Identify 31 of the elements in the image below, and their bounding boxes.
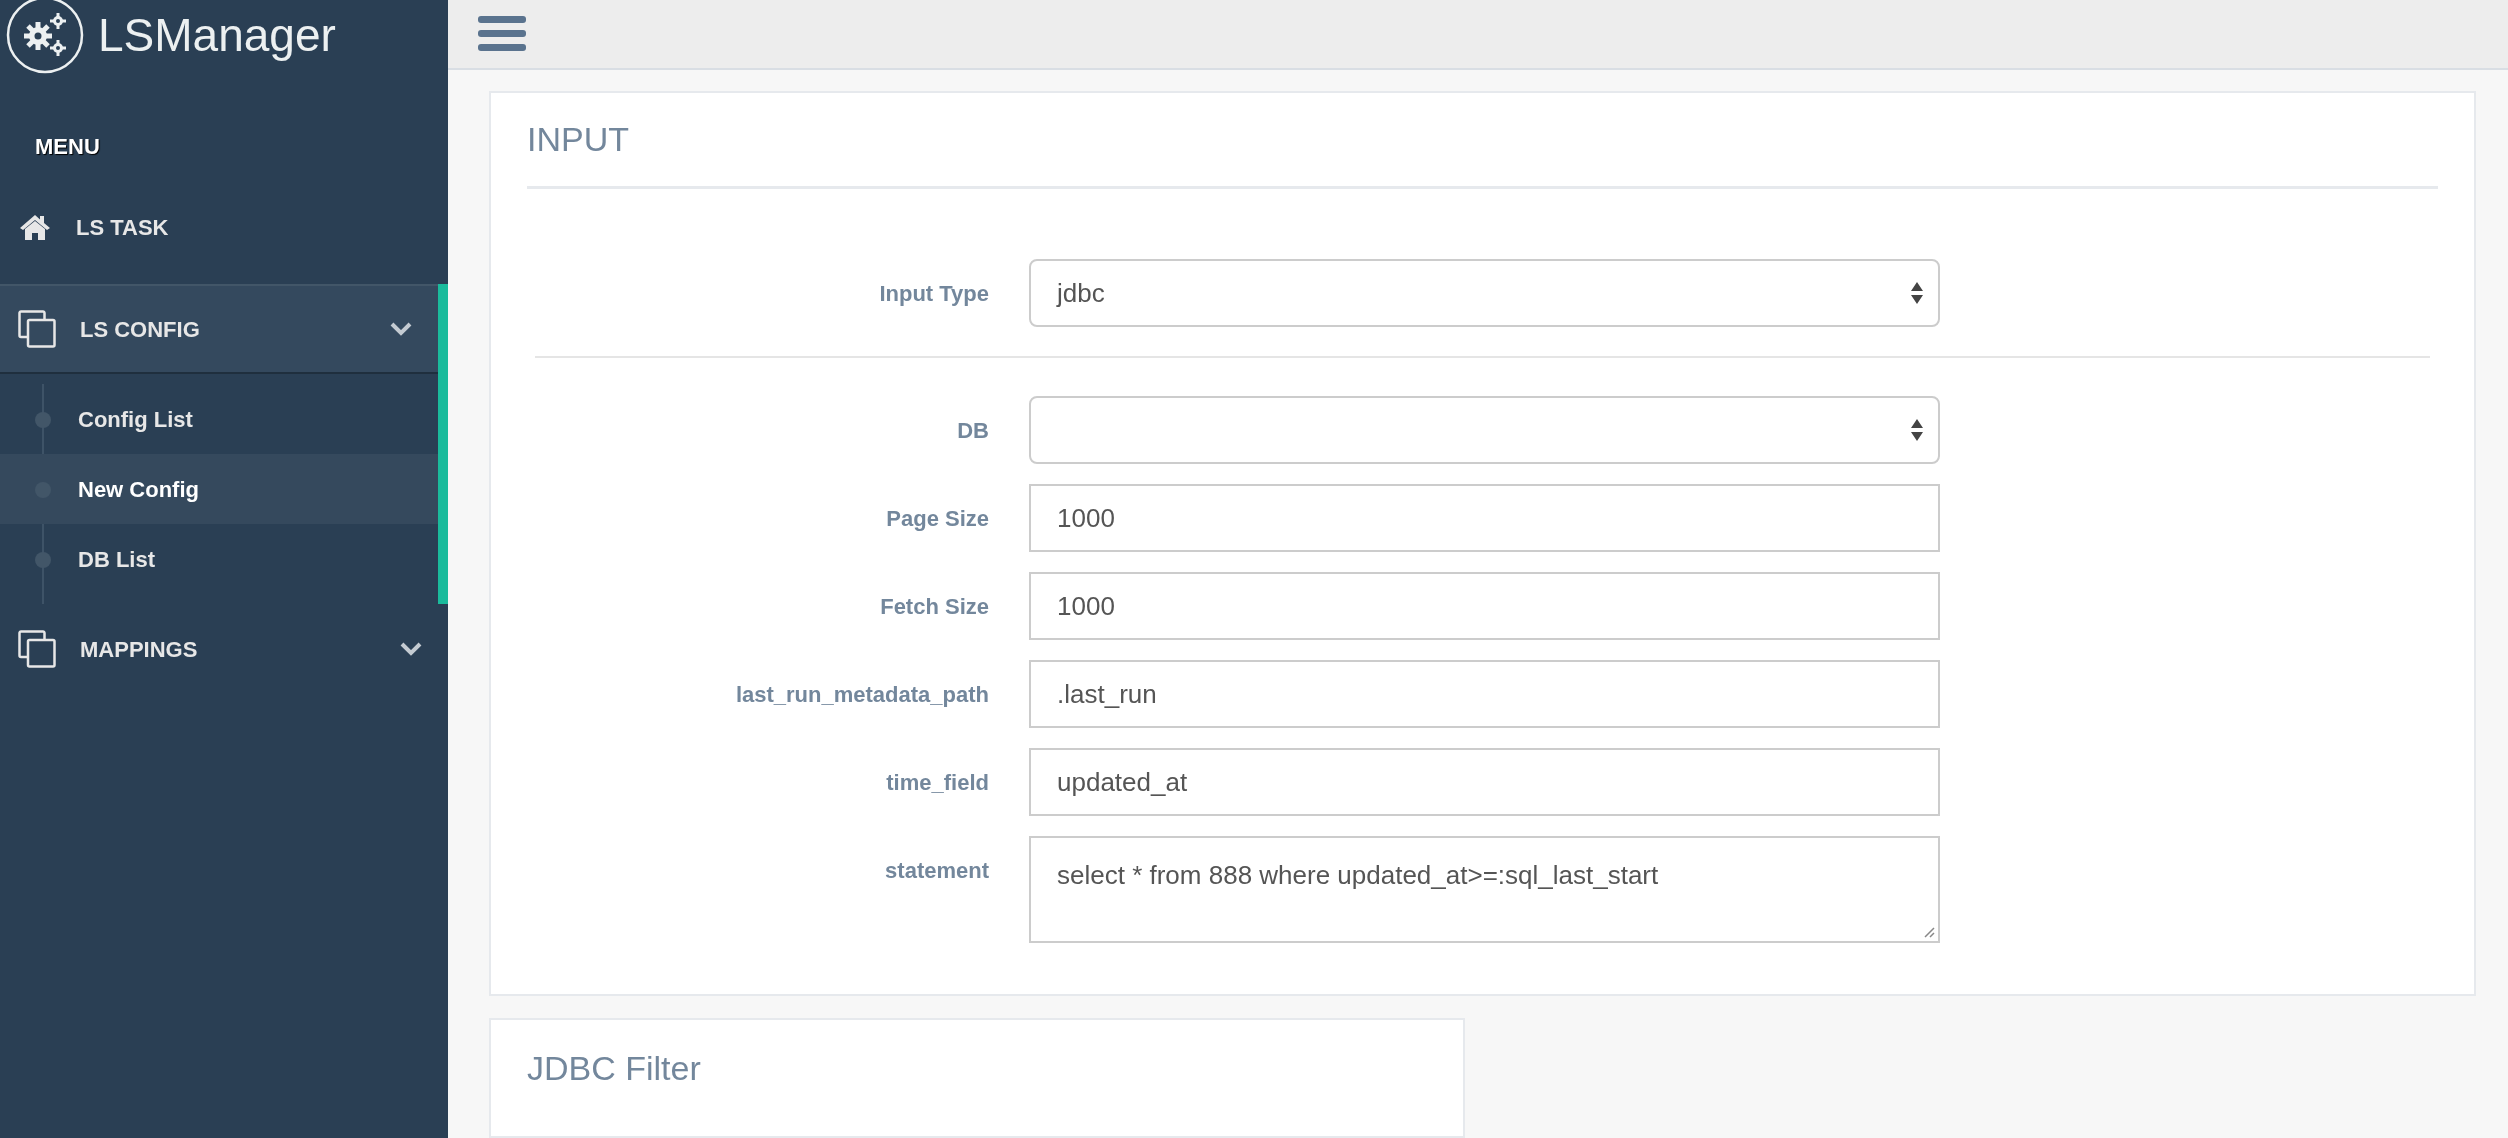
textarea-field[interactable]: select * from 888 where updated_at>=:sql_last_start bbox=[1029, 836, 1940, 943]
submenu-item[interactable]: New Config bbox=[0, 454, 438, 524]
field-label: last_run_metadata_path bbox=[734, 680, 989, 709]
field-label: time_field bbox=[885, 768, 989, 797]
submenu-item[interactable]: Config List bbox=[0, 384, 438, 454]
field-label: Page Size bbox=[885, 504, 989, 533]
input-field[interactable]: updated_at bbox=[1029, 748, 1940, 816]
panel-title: JDBC Filter bbox=[527, 1047, 702, 1089]
input-field[interactable]: .last_run bbox=[1029, 660, 1940, 728]
select-field[interactable]: jdbc bbox=[1029, 259, 1940, 327]
input-field[interactable]: 1000 bbox=[1029, 572, 1940, 640]
copy-icon bbox=[18, 310, 56, 348]
nav-item[interactable]: MAPPINGS bbox=[0, 604, 448, 694]
up-down-arrows-icon bbox=[1910, 281, 1924, 305]
nav-item[interactable]: LS TASK bbox=[0, 182, 448, 272]
resize-handle-icon[interactable] bbox=[1923, 926, 1935, 938]
home-icon bbox=[18, 213, 52, 241]
field-label: statement bbox=[884, 856, 989, 885]
field-label: DB bbox=[956, 416, 989, 445]
menu-heading: MENU bbox=[34, 133, 101, 161]
chevron-down-icon bbox=[390, 322, 412, 336]
nav-item[interactable]: LS CONFIG bbox=[0, 284, 438, 374]
chevron-down-icon bbox=[400, 642, 422, 656]
menu-icon[interactable] bbox=[478, 16, 526, 52]
submenu-item[interactable]: DB List bbox=[0, 524, 438, 594]
field-label: Input Type bbox=[878, 279, 989, 308]
input-field[interactable]: 1000 bbox=[1029, 484, 1940, 552]
field-label: Fetch Size bbox=[879, 592, 989, 621]
up-down-arrows-icon bbox=[1910, 418, 1924, 442]
panel-title: INPUT bbox=[527, 93, 2438, 189]
copy-icon bbox=[18, 630, 56, 668]
